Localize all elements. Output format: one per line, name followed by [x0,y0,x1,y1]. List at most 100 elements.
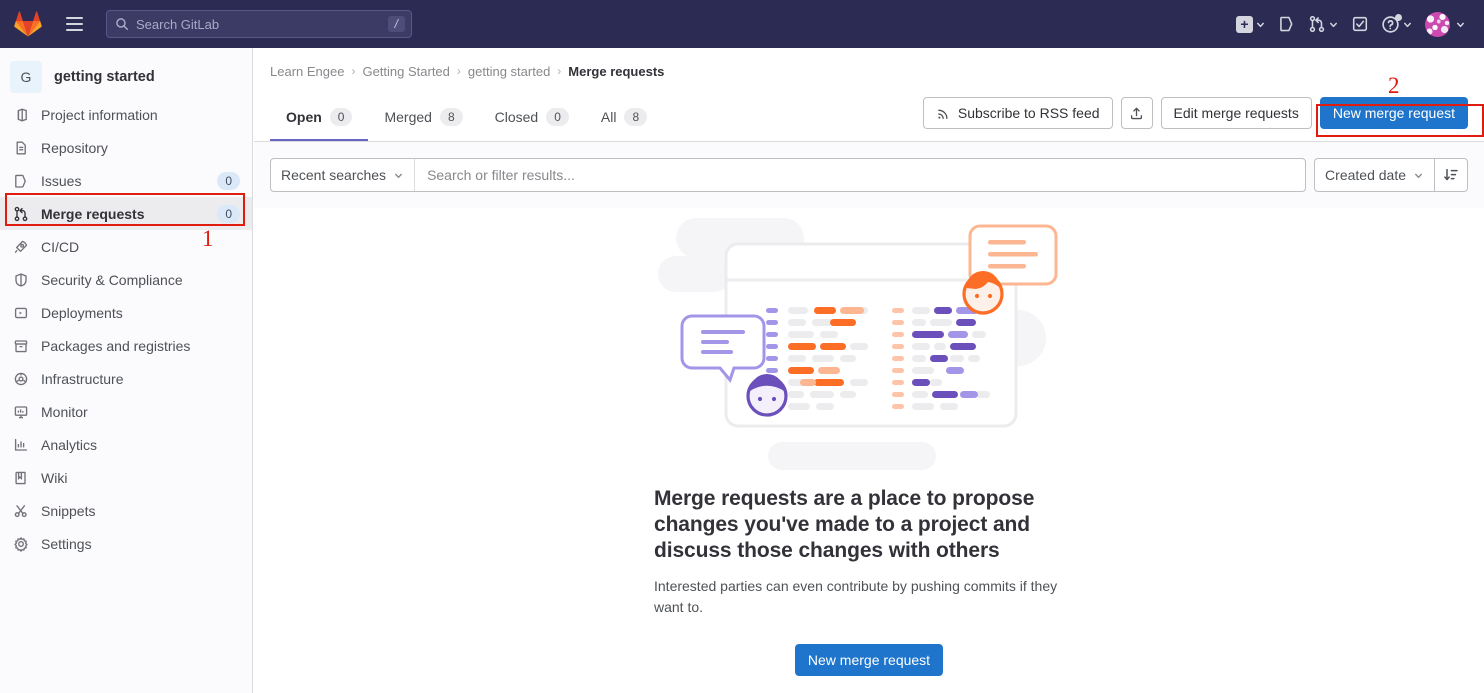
chevron-down-icon [1415,173,1422,178]
gear-icon [14,536,28,552]
issues-icon [1280,16,1293,32]
sidebar-item-analytics[interactable]: Analytics [0,428,252,461]
top-navigation-bar: Search GitLab / + [0,0,1484,48]
sort-direction-button[interactable] [1434,158,1468,192]
topbar-actions: + [1230,0,1472,48]
empty-state-title: Merge requests are a place to propose ch… [654,487,1035,562]
new-merge-request-button[interactable]: New merge request [1319,97,1468,129]
book-icon [13,470,29,486]
sort-field-label: Created date [1325,167,1406,183]
sidebar-item-issues[interactable]: Issues 0 [0,164,252,197]
infrastructure-cloud-icon [13,371,29,387]
tab-merged[interactable]: Merged 8 [368,94,478,141]
scissors-icon [13,503,29,519]
tab-count: 8 [624,107,648,126]
tab-all[interactable]: All 8 [585,94,663,141]
chevron-down-icon [395,173,402,178]
filter-row: Recent searches Created date [270,158,1468,192]
merge-requests-empty-illustration [658,218,1058,470]
sort-field-dropdown[interactable]: Created date [1314,158,1434,192]
sidebar-item-label: Monitor [41,403,88,420]
sidebar-item-badge: 0 [217,204,240,223]
merge-request-state-tabbar: Open 0 Merged 8 Closed 0 All 8 Subscribe to RSS… [254,94,1484,142]
merge-request-icon [1309,15,1325,33]
sort-descending-icon [1444,168,1458,181]
sidebar-item-snippets[interactable]: Snippets [0,494,252,527]
tab-label: Closed [494,108,539,125]
search-input[interactable] [415,159,1306,191]
package-icon [13,338,29,354]
sidebar-item-infrastructure[interactable]: Infrastructure [0,362,252,395]
sidebar-item-label: Snippets [41,502,96,519]
empty-state: Merge requests are a place to propose ch… [254,208,1484,676]
empty-state-description: Interested parties can even contribute b… [654,578,1058,615]
breadcrumb-separator: › [351,64,356,78]
sidebar-item-wiki[interactable]: Wiki [0,461,252,494]
empty-state-new-merge-request-button[interactable]: New merge request [794,644,944,676]
recent-searches-dropdown[interactable]: Recent searches [271,159,416,191]
sidebar-item-ci-cd[interactable]: CI/CD [0,230,252,263]
empty-state-text: Merge requests are a place to propose ch… [654,486,1084,618]
issues-link[interactable] [1274,8,1300,40]
user-menu[interactable] [1421,8,1470,40]
breadcrumb-separator: › [557,64,562,78]
sidebar-item-label: Project information [41,106,158,123]
sidebar-item-label: Analytics [41,436,98,453]
subscribe-rss-button[interactable]: Subscribe to RSS feed [922,97,1113,129]
tab-label: Open [286,108,322,125]
todos-link[interactable] [1347,8,1373,40]
package-icon [14,339,28,352]
sidebar-item-monitor[interactable]: Monitor [0,395,252,428]
breadcrumb-item[interactable]: Learn Engee [270,64,344,79]
tab-count: 0 [546,107,569,126]
merge-requests-menu[interactable] [1304,8,1343,40]
sidebar-item-label: Settings [41,535,92,552]
recent-searches-label: Recent searches [281,167,387,183]
edit-merge-requests-button[interactable]: Edit merge requests [1160,97,1312,129]
sidebar-item-repository[interactable]: Repository [0,131,252,164]
export-upload-icon [1131,107,1143,119]
search-shortcut-key: / [387,16,405,32]
new-merge-request-label: New merge request [1332,105,1455,121]
project-avatar: G [10,61,42,93]
hamburger-menu-icon[interactable] [58,8,90,40]
sidebar-item-merge-requests[interactable]: Merge requests 0 [0,197,252,230]
sidebar-project-header[interactable]: G getting started [0,56,252,98]
sidebar-nav-list: Project information Repository Issues 0 Merg… [0,98,252,560]
global-search-input[interactable]: Search GitLab / [106,10,412,38]
sidebar-item-label: Repository [41,139,108,156]
sidebar-item-label: Deployments [41,304,123,321]
help-menu[interactable] [1377,8,1417,40]
sidebar-item-settings[interactable]: Settings [0,527,252,560]
tab-label: Merged [384,108,432,125]
create-new-menu[interactable]: + [1232,8,1270,40]
help-notification-dot [1395,13,1402,21]
sidebar-item-project-information[interactable]: Project information [0,98,252,131]
tab-open[interactable]: Open 0 [270,94,369,141]
export-button[interactable] [1120,97,1153,129]
breadcrumb-item[interactable]: Getting Started [362,64,449,79]
sidebar-item-deployments[interactable]: Deployments [0,296,252,329]
filter-bar: Recent searches [270,158,1307,192]
repository-doc-icon [16,141,26,154]
breadcrumb-item[interactable]: getting started [468,64,550,79]
deployments-icon [13,305,29,321]
project-name: getting started [54,69,155,85]
shield-icon [13,272,29,288]
gitlab-logo-icon[interactable] [14,10,42,38]
monitor-screen-icon [14,405,28,418]
monitor-screen-icon [13,404,29,420]
breadcrumb-current: Merge requests [568,63,665,79]
sidebar-item-packages-and-registries[interactable]: Packages and registries [0,329,252,362]
deployments-icon [14,307,28,318]
plus-square-icon: + [1236,15,1253,33]
sort-controls: Created date [1314,158,1468,192]
project-info-icon [13,107,29,123]
main-content: Learn Engee › Getting Started › getting star… [254,48,1484,693]
tab-closed[interactable]: Closed 0 [479,94,585,141]
sidebar-item-label: Issues [41,172,82,189]
issues-icon [13,173,29,189]
empty-state-cta-label: New merge request [807,652,931,668]
sidebar-item-security-compliance[interactable]: Security & Compliance [0,263,252,296]
todo-checkbox-icon [1352,16,1368,32]
